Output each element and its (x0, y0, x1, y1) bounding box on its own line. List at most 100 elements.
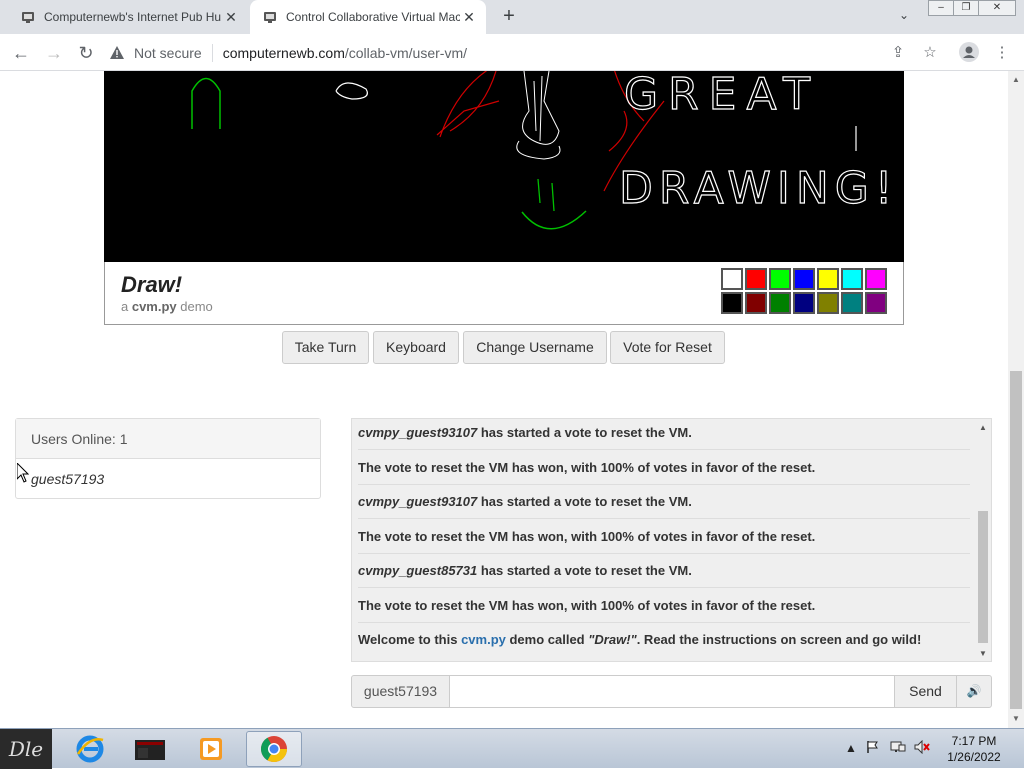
chat-message-input[interactable] (449, 675, 895, 708)
chat-log[interactable]: cvmpy_guest93107 has started a vote to r… (351, 418, 992, 662)
chat-message-username: cvmpy_guest93107 (358, 425, 478, 440)
color-swatch[interactable] (769, 268, 791, 290)
page-scroll-down-arrow-icon[interactable]: ▼ (1008, 712, 1024, 726)
url-text: computernewb.com/collab-vm/user-vm/ (223, 45, 467, 61)
welcome-middle: demo called (505, 632, 589, 647)
url-domain: computernewb.com (222, 44, 345, 61)
close-tab-icon[interactable]: ✕ (460, 8, 478, 26)
chat-message: The vote to reset the VM has won, with 1… (358, 451, 970, 485)
color-swatch[interactable] (865, 292, 887, 314)
keyboard-button[interactable]: Keyboard (373, 331, 459, 364)
color-swatch[interactable] (793, 268, 815, 290)
taskbar-clock[interactable]: 7:17 PM 1/26/2022 (934, 733, 1014, 765)
chat-message-text: has started a vote to reset the VM. (477, 563, 692, 578)
chat-message-username: cvmpy_guest85731 (358, 563, 478, 578)
tab-title: Computernewb's Internet Pub Hu (44, 10, 222, 24)
tab-search-chevron-icon[interactable]: ⌄ (895, 8, 913, 26)
bookmark-star-icon[interactable]: ☆ (919, 42, 941, 64)
profile-avatar-icon[interactable] (958, 42, 980, 64)
address-bar[interactable]: Not secure computernewb.com/collab-vm/us… (108, 39, 898, 66)
chat-input-row: guest57193 Send 🔊 (351, 675, 992, 708)
welcome-prefix: Welcome to this (358, 632, 462, 647)
restore-icon[interactable]: ❐ (953, 0, 979, 16)
color-swatch[interactable] (817, 268, 839, 290)
users-online-header: Users Online: 1 (16, 419, 320, 459)
users-online-panel: Users Online: 1 guest57193 (15, 418, 321, 499)
new-tab-button[interactable]: + (498, 6, 520, 28)
mouse-cursor-icon (17, 463, 29, 483)
tab-internet-pub[interactable]: Computernewb's Internet Pub Hu ✕ (8, 0, 248, 34)
chat-message: cvmpy_guest85731 has started a vote to r… (358, 554, 970, 588)
url-path: /collab-vm/user-vm/ (344, 44, 468, 61)
cvm-py-link[interactable]: cvm.py (461, 632, 506, 647)
color-swatch[interactable] (841, 292, 863, 314)
tab-collab-vm[interactable]: Control Collaborative Virtual Mac ✕ (250, 0, 486, 34)
chat-message-text: has started a vote to reset the VM. (477, 425, 692, 440)
not-secure-label: Not secure (134, 44, 202, 61)
change-username-button[interactable]: Change Username (463, 331, 607, 364)
color-swatch[interactable] (721, 292, 743, 314)
menu-kebab-icon[interactable]: ⋮ (991, 42, 1013, 64)
omnibox-separator (211, 43, 213, 62)
media-player-icon[interactable] (183, 731, 239, 767)
send-button[interactable]: Send (894, 675, 957, 708)
close-tab-icon[interactable]: ✕ (222, 8, 240, 26)
take-turn-button[interactable]: Take Turn (282, 331, 369, 364)
chat-message: cvmpy_guest93107 has started a vote to r… (358, 419, 970, 450)
volume-icon[interactable]: 🔊 (956, 675, 992, 708)
tab-bar: Computernewb's Internet Pub Hu ✕ Control… (0, 0, 1024, 34)
chat-message-text: The vote to reset the VM has won, with 1… (358, 528, 816, 544)
minimize-icon[interactable]: – (928, 0, 954, 16)
color-swatch[interactable] (745, 292, 767, 314)
chat-message-text: has started a vote to reset the VM. (477, 494, 692, 509)
chat-scrollbar[interactable]: ▲ ▼ (975, 419, 991, 661)
action-center-flag-icon[interactable] (866, 740, 880, 780)
scroll-down-arrow-icon[interactable]: ▼ (975, 647, 991, 661)
chat-message: cvmpy_guest93107 has started a vote to r… (358, 485, 970, 519)
chat-message-text: The vote to reset the VM has won, with 1… (358, 459, 816, 475)
vm-screen-canvas[interactable]: GREAT DRAWING! (104, 71, 904, 262)
scroll-up-arrow-icon[interactable]: ▲ (975, 421, 991, 435)
volume-muted-icon[interactable] (914, 739, 930, 780)
computernewb-favicon-icon (262, 9, 278, 25)
clock-time: 7:17 PM (951, 734, 997, 748)
drawing-canvas: GREAT DRAWING! (191, 71, 893, 230)
welcome-message: Welcome to this cvm.py demo called "Draw… (358, 623, 970, 657)
color-swatch[interactable] (793, 292, 815, 314)
warning-triangle-icon[interactable] (108, 44, 126, 62)
welcome-suffix: . Read the instructions on screen and go… (636, 632, 922, 647)
page-scroll-thumb[interactable] (1010, 371, 1022, 709)
chat-username-label: guest57193 (351, 675, 450, 708)
vote-reset-button[interactable]: Vote for Reset (610, 331, 725, 364)
vm-subtitle: a cvm.py demo (121, 299, 213, 314)
color-swatch[interactable] (721, 268, 743, 290)
reload-icon[interactable]: ↻ (75, 42, 97, 64)
color-swatch[interactable] (841, 268, 863, 290)
user-list-item[interactable]: guest57193 (16, 459, 320, 499)
page-scrollbar[interactable]: ▲ ▼ (1008, 71, 1024, 728)
color-swatch[interactable] (817, 292, 839, 314)
show-hidden-icons-arrow-icon[interactable]: ▲ (845, 741, 857, 781)
network-icon[interactable] (890, 740, 906, 780)
internet-explorer-icon[interactable] (62, 731, 118, 767)
page-content: GREAT DRAWING! Draw! a cvm.py demo Take … (0, 71, 1008, 728)
forward-arrow-icon[interactable]: → (43, 42, 65, 64)
share-icon[interactable]: ⇪ (887, 42, 909, 64)
color-swatch[interactable] (745, 268, 767, 290)
page-scroll-up-arrow-icon[interactable]: ▲ (1008, 73, 1024, 87)
chat-message: The vote to reset the VM has won, with 1… (358, 520, 970, 554)
chat-scroll-thumb[interactable] (978, 511, 988, 643)
chat-message-text: The vote to reset the VM has won, with 1… (358, 597, 816, 613)
color-swatch[interactable] (865, 268, 887, 290)
subtitle-name: cvm.py (131, 299, 177, 314)
file-explorer-icon[interactable] (122, 731, 178, 767)
subtitle-suffix: demo (176, 299, 213, 314)
vm-title: Draw! (121, 272, 183, 297)
color-swatch[interactable] (769, 292, 791, 314)
back-arrow-icon[interactable]: ← (10, 42, 32, 64)
chrome-taskbar-icon[interactable] (246, 731, 302, 767)
close-window-icon[interactable]: ✕ (978, 0, 1016, 16)
start-button[interactable]: Dle (0, 729, 52, 769)
vm-info-panel: Draw! a cvm.py demo (104, 262, 904, 325)
computernewb-favicon-icon (20, 9, 36, 25)
